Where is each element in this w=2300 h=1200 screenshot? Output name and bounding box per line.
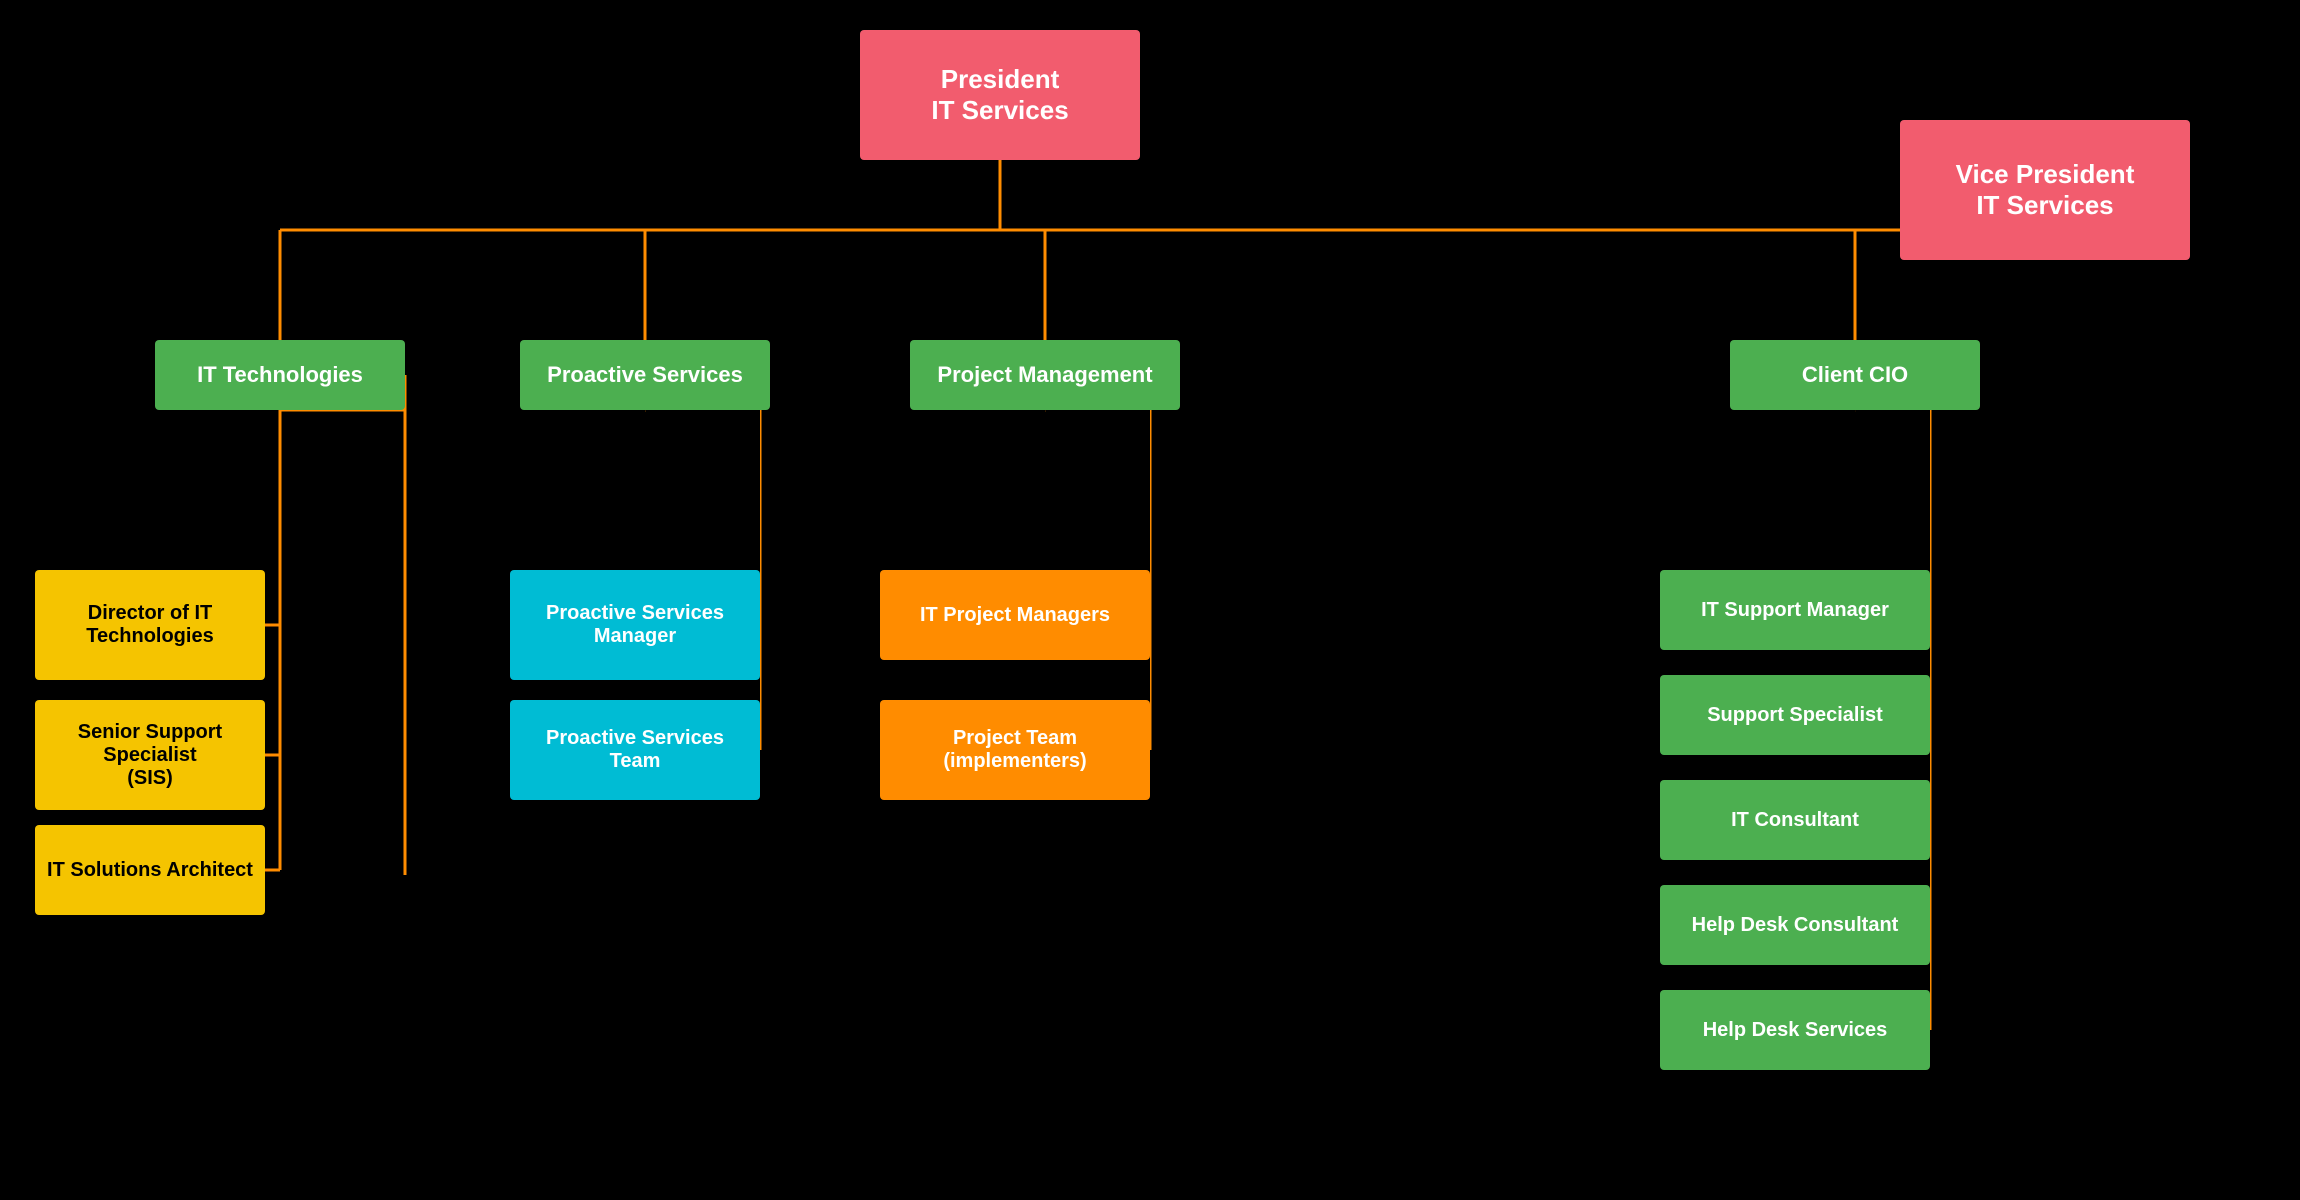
project-management-node: Project Management	[910, 340, 1180, 410]
proactive-mgr-node: Proactive ServicesManager	[510, 570, 760, 680]
help-desk-services-node: Help Desk Services	[1660, 990, 1930, 1070]
senior-support-node: Senior SupportSpecialist(SIS)	[35, 700, 265, 810]
proactive-services-node: Proactive Services	[520, 340, 770, 410]
proactive-team-node: Proactive ServicesTeam	[510, 700, 760, 800]
president-node: PresidentIT Services	[860, 30, 1140, 160]
help-desk-consultant-node: Help Desk Consultant	[1660, 885, 1930, 965]
client-cio-node: Client CIO	[1730, 340, 1980, 410]
dir-it-tech-node: Director of ITTechnologies	[35, 570, 265, 680]
support-specialist-node: Support Specialist	[1660, 675, 1930, 755]
it-solutions-architect-node: IT Solutions Architect	[35, 825, 265, 915]
org-chart: PresidentIT Services Vice PresidentIT Se…	[0, 0, 2300, 1200]
it-technologies-node: IT Technologies	[155, 340, 405, 410]
it-consultant-node: IT Consultant	[1660, 780, 1930, 860]
project-team-node: Project Team(implementers)	[880, 700, 1150, 800]
it-support-mgr-node: IT Support Manager	[1660, 570, 1930, 650]
vp-node: Vice PresidentIT Services	[1900, 120, 2190, 260]
it-project-mgrs-node: IT Project Managers	[880, 570, 1150, 660]
